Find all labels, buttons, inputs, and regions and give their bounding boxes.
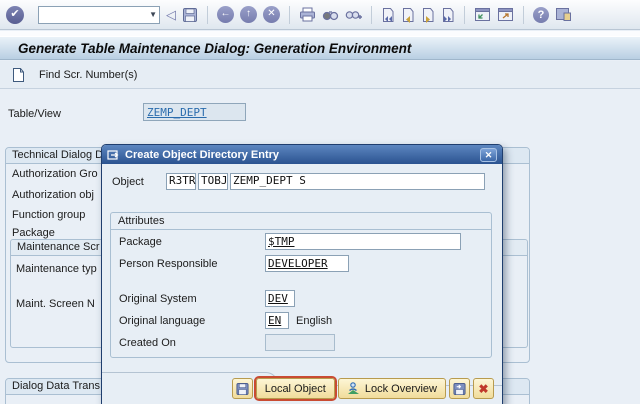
dialog-title: Create Object Directory Entry: [125, 148, 280, 161]
attributes-groupbox-header: Attributes: [111, 213, 491, 230]
object-type2-field[interactable]: TOBJ: [198, 173, 228, 190]
person-responsible-label: Person Responsible: [119, 258, 218, 270]
lock-overview-person-icon: [347, 382, 359, 394]
package-label: Package: [119, 236, 162, 248]
authorization-object-label: Authorization obj: [12, 189, 94, 201]
screen-title: Generate Table Maintenance Dialog: Gener…: [0, 36, 640, 60]
customize-layout-icon[interactable]: [555, 7, 572, 22]
package-input[interactable]: [265, 233, 461, 250]
cancel-dialog-button[interactable]: ✖: [473, 378, 494, 399]
popup-window-icon: [107, 149, 119, 160]
table-view-label: Table/View: [8, 108, 61, 120]
system-toolbar: ✔ ▼ ◁ ← ↑ ✕ ?: [0, 0, 640, 30]
application-toolbar: Find Scr. Number(s): [0, 61, 640, 89]
save-arrow-icon: [453, 382, 466, 395]
created-on-label: Created On: [119, 337, 176, 349]
original-language-input[interactable]: [265, 312, 289, 329]
original-system-input[interactable]: [265, 290, 295, 307]
dialog-button-row: Local Object Lock Overview ✖: [231, 378, 494, 399]
exit-icon[interactable]: ↑: [240, 6, 257, 23]
toolbar-separator: [464, 5, 465, 24]
object-type1-field[interactable]: R3TR: [166, 173, 196, 190]
person-responsible-input[interactable]: [265, 255, 349, 272]
original-system-label: Original System: [119, 293, 197, 305]
local-object-button[interactable]: Local Object: [255, 378, 335, 399]
enter-icon[interactable]: ✔: [6, 5, 24, 24]
table-view-input[interactable]: [143, 103, 246, 121]
lock-overview-label: Lock Overview: [364, 382, 437, 395]
command-input[interactable]: [38, 5, 160, 24]
toolbar-separator: [207, 5, 208, 24]
new-session-icon[interactable]: [474, 7, 491, 22]
cancel-x-icon: ✖: [478, 381, 489, 396]
last-page-icon[interactable]: [441, 7, 455, 23]
save-button[interactable]: [231, 378, 253, 399]
save-icon: [236, 382, 249, 395]
create-shortcut-icon[interactable]: [497, 7, 514, 22]
maintenance-type-label: Maintenance typ: [16, 263, 97, 275]
toolbar-separator: [289, 5, 290, 24]
back-icon[interactable]: ←: [217, 6, 234, 23]
collapse-command-icon[interactable]: ◁: [166, 6, 176, 24]
dialog-close-icon[interactable]: ✕: [480, 147, 497, 162]
button-bar-divider: [102, 372, 252, 373]
attributes-groupbox: Attributes Package Person Responsible Or…: [110, 212, 492, 358]
save-and-exit-button[interactable]: [449, 378, 470, 399]
dialog-titlebar[interactable]: Create Object Directory Entry ✕: [102, 145, 502, 164]
cancel-icon[interactable]: ✕: [263, 6, 280, 23]
command-dropdown-icon[interactable]: ▼: [149, 10, 157, 19]
previous-page-icon[interactable]: [401, 7, 415, 23]
created-on-input[interactable]: [265, 334, 335, 351]
maint-screen-number-label: Maint. Screen N: [16, 298, 95, 310]
create-object-directory-entry-dialog: Create Object Directory Entry ✕ Object R…: [101, 144, 503, 404]
authorization-group-label: Authorization Gro: [12, 168, 98, 180]
command-field[interactable]: ▼: [38, 5, 160, 24]
original-language-label: Original language: [119, 315, 206, 327]
sap-window: ✔ ▼ ◁ ← ↑ ✕ ? Generate Table Maintenance…: [0, 0, 640, 404]
original-language-text: English: [296, 315, 333, 327]
toolbar-separator: [371, 5, 372, 24]
find-screen-numbers-button[interactable]: Find Scr. Number(s): [39, 69, 137, 81]
find-next-icon[interactable]: [345, 7, 362, 22]
package-label-bg: Package: [12, 227, 55, 239]
print-icon[interactable]: [299, 7, 316, 22]
lock-overview-button[interactable]: Lock Overview: [337, 378, 446, 399]
object-name-field[interactable]: ZEMP_DEPT S: [230, 173, 485, 190]
object-label: Object: [112, 176, 144, 188]
next-page-icon[interactable]: [421, 7, 435, 23]
function-group-label: Function group: [12, 209, 86, 221]
help-icon[interactable]: ?: [533, 6, 549, 23]
toolbar-separator: [523, 5, 524, 24]
save-icon[interactable]: [182, 7, 198, 23]
first-page-icon[interactable]: [381, 7, 395, 23]
find-icon[interactable]: [322, 7, 339, 22]
blank-page-icon[interactable]: [12, 67, 25, 83]
